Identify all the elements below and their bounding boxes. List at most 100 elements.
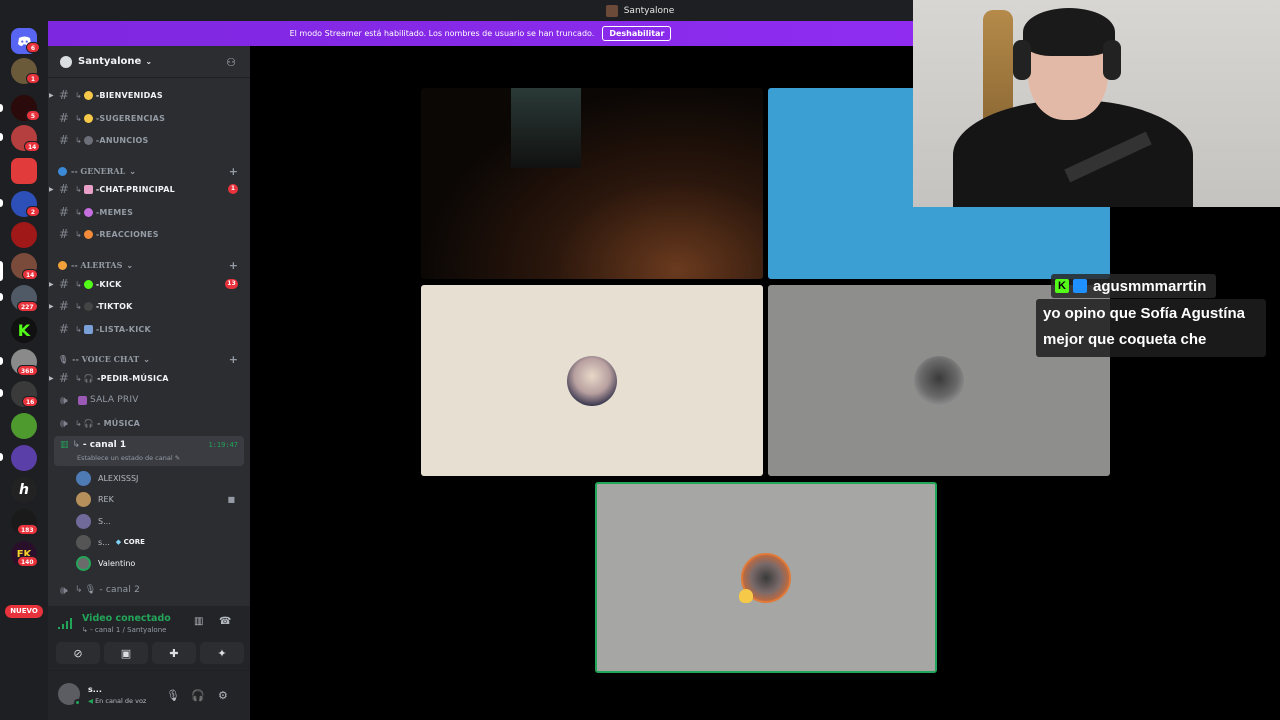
- globe-icon: [58, 166, 67, 176]
- window-title: Santyalone: [623, 5, 675, 16]
- channel-chat-principal[interactable]: ▶ # ↳ -CHAT-PRINCIPAL 1: [49, 179, 244, 199]
- disconnect-icon[interactable]: ☎: [219, 616, 231, 627]
- speaker-icon: 🕪: [60, 582, 68, 597]
- video-tile-participant[interactable]: [421, 285, 763, 476]
- disable-streamer-button[interactable]: Deshabilitar: [602, 26, 672, 41]
- add-channel-icon[interactable]: +: [229, 165, 238, 178]
- guild-header[interactable]: Santyalone ⌄ ⚇: [48, 46, 250, 78]
- voice-user-name: S...: [98, 516, 111, 526]
- group-emoji-icon: [78, 395, 87, 405]
- channel-canal-2[interactable]: 🕪 ↳ 🎙 - canal 2: [58, 580, 244, 600]
- unread-pill: [0, 104, 3, 112]
- add-channel-icon[interactable]: +: [229, 259, 238, 272]
- mention-badge: 13: [225, 279, 238, 289]
- activities-button[interactable]: ✚: [152, 642, 196, 664]
- hashtag-icon: #: [58, 322, 70, 336]
- microphone-icon: 🎙: [58, 354, 69, 364]
- notification-badge: 183: [17, 524, 38, 535]
- category-general[interactable]: -- GENERAL ⌄ +: [58, 163, 244, 179]
- category-label: -- ALERTAS: [71, 260, 123, 270]
- banner-text: El modo Streamer está habilitado. Los no…: [289, 29, 595, 38]
- channel-label: - MÚSICA: [97, 418, 141, 428]
- participant-avatar: [567, 355, 617, 406]
- gear-icon[interactable]: ⚙: [218, 689, 228, 702]
- voice-user[interactable]: Valentino: [76, 553, 241, 573]
- server-icon[interactable]: [11, 413, 37, 439]
- channel-musica[interactable]: 🕪 ↳ 🎧 - MÚSICA: [58, 413, 244, 433]
- hashtag-icon: #: [58, 205, 70, 219]
- unread-arrow-icon: ▶: [49, 280, 54, 288]
- channel-label: - canal 2: [99, 585, 141, 595]
- server-icon[interactable]: [11, 445, 37, 471]
- channel-bienvenidas[interactable]: ▶ # ↳ -BIENVENIDAS: [49, 85, 244, 105]
- kick-server-icon[interactable]: K: [11, 317, 37, 343]
- signal-icon[interactable]: [58, 616, 74, 630]
- video-tile-camera[interactable]: [421, 88, 763, 279]
- noise-suppression-icon[interactable]: ▥: [194, 616, 203, 627]
- user-status: ◀ En canal de voz: [88, 697, 146, 705]
- invite-people-icon[interactable]: ⚇: [226, 56, 236, 69]
- channel-reacciones[interactable]: # ↳ -REACCIONES: [58, 224, 244, 244]
- channel-tiktok[interactable]: ▶ # ↳ -TIKTOK: [49, 296, 244, 316]
- reaction-emoji-icon: [83, 229, 93, 239]
- unread-pill: [0, 199, 3, 207]
- avatar: [76, 491, 91, 507]
- add-channel-icon[interactable]: +: [229, 353, 238, 366]
- category-label: -- VOICE CHAT: [72, 354, 140, 364]
- channel-kick[interactable]: ▶ # ↳ -KICK 13: [49, 274, 244, 294]
- participant-avatar: [914, 355, 964, 406]
- speaker-icon: 🕪: [60, 392, 68, 407]
- thread-icon: ↳: [82, 626, 91, 634]
- kick-logo-icon: K: [1055, 279, 1069, 293]
- channel-label: -TIKTOK: [95, 301, 133, 311]
- channel-status-prompt[interactable]: Establece un estado de canal ✎: [77, 454, 180, 462]
- tiktok-emoji-icon: [83, 301, 93, 311]
- user-status-text: En canal de voz: [95, 697, 147, 705]
- voice-channel-name: ▥ ↳ - canal 1: [60, 440, 126, 450]
- server-icon[interactable]: [11, 222, 37, 248]
- channel-lista-kick[interactable]: # ↳ -LISTA-KICK: [58, 319, 244, 339]
- voice-user-name: ALEXISSSJ: [98, 473, 139, 483]
- hashtag-icon: #: [58, 371, 70, 385]
- headphones-icon[interactable]: 🎧: [191, 689, 205, 702]
- app-icon: [605, 4, 618, 17]
- thread-icon: ↳: [75, 135, 82, 145]
- screen-share-button[interactable]: ▣: [104, 642, 148, 664]
- guild-icon: [60, 55, 72, 68]
- voice-user[interactable]: s... ◆ CORE: [76, 532, 241, 552]
- notification-badge: 14: [24, 141, 41, 152]
- channel-pedir-musica[interactable]: ▶ # ↳ 🎧 -PEDIR-MÚSICA: [49, 368, 244, 388]
- unread-pill: [0, 453, 3, 461]
- category-alertas[interactable]: -- ALERTAS ⌄ +: [58, 257, 244, 273]
- new-badge[interactable]: NUEVO: [5, 605, 43, 618]
- camera-icon: ■: [227, 494, 235, 504]
- channel-label: -ANUNCIOS: [95, 135, 149, 145]
- channel-sidebar: Santyalone ⌄ ⚇ ▶ # ↳ -BIENVENIDAS # ↳ -S…: [48, 46, 250, 720]
- channel-anuncios[interactable]: # ↳ -ANUNCIOS: [58, 130, 244, 150]
- channel-sugerencias[interactable]: # ↳ -SUGERENCIAS: [58, 108, 244, 128]
- server-icon[interactable]: h: [11, 477, 37, 503]
- channel-sala-priv[interactable]: 🕪 SALA PRIV: [58, 390, 244, 410]
- duck-emoji-icon: [739, 589, 753, 603]
- alert-emoji-icon: [58, 260, 67, 270]
- speaker-icon: 🕪: [60, 415, 68, 430]
- voice-channel-canal-1[interactable]: ▥ ↳ - canal 1 1:19:47 Establece un estado…: [54, 436, 244, 466]
- category-voice-chat[interactable]: 🎙 -- VOICE CHAT ⌄ +: [58, 351, 244, 367]
- microphone-icon[interactable]: 🎙: [166, 689, 180, 702]
- voice-user[interactable]: REK ■: [76, 489, 241, 509]
- video-tile-speaking[interactable]: [595, 482, 937, 673]
- server-icon[interactable]: [11, 158, 37, 184]
- channel-memes[interactable]: # ↳ -MEMES: [58, 202, 244, 222]
- soundboard-button[interactable]: ✦: [200, 642, 244, 664]
- voice-user[interactable]: S...: [76, 511, 241, 531]
- camera-off-button[interactable]: ⊘: [56, 642, 100, 664]
- channel-label: -PEDIR-MÚSICA: [97, 373, 169, 383]
- user-tag: ◆ CORE: [116, 538, 145, 546]
- mention-badge: 1: [228, 184, 238, 194]
- voice-user-name: Valentino: [98, 558, 136, 568]
- unread-pill: [0, 357, 3, 365]
- channel-label: -SUGERENCIAS: [95, 113, 166, 123]
- megaphone-icon: [83, 135, 93, 145]
- voice-user[interactable]: ALEXISSSJ: [76, 468, 241, 488]
- notification-badge: 14: [22, 269, 39, 280]
